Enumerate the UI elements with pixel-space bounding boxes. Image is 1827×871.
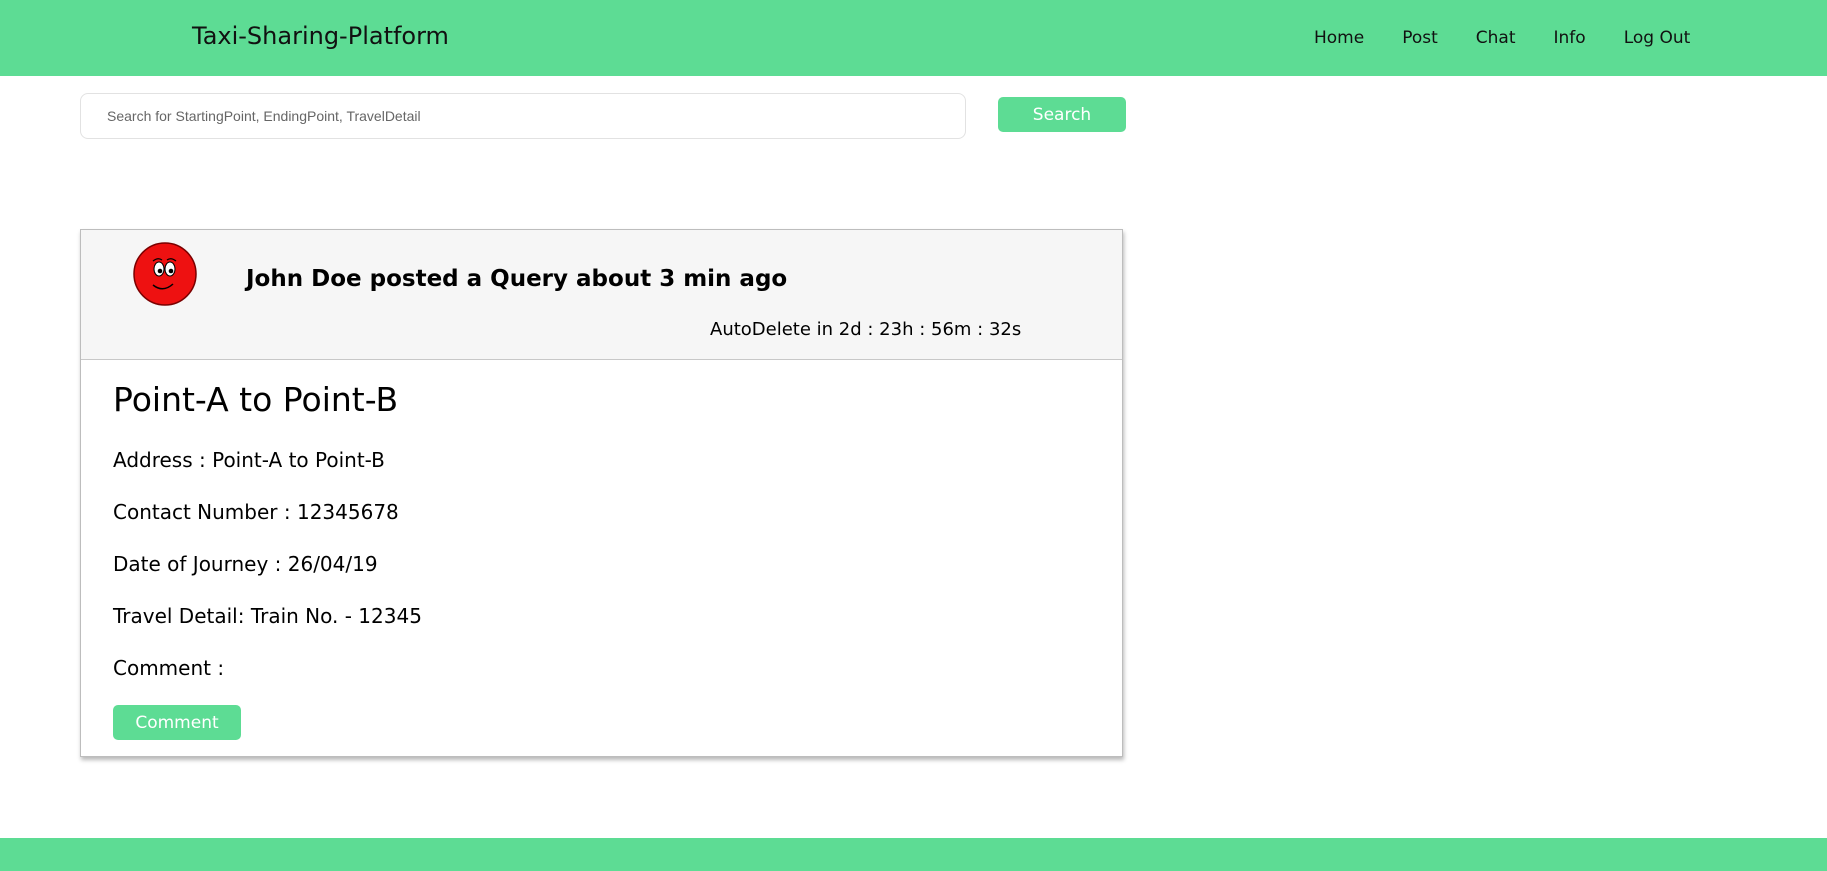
nav-post[interactable]: Post — [1402, 28, 1438, 48]
nav-info[interactable]: Info — [1554, 28, 1586, 48]
journey-date-text: Date of Journey : 26/04/19 — [113, 552, 378, 576]
post-card: John Doe posted a Query about 3 min ago … — [80, 229, 1123, 757]
autodelete-timer: AutoDelete in 2d : 23h : 56m : 32s — [710, 319, 1022, 340]
comment-button[interactable]: Comment — [113, 705, 241, 740]
smiley-face-icon — [133, 242, 197, 306]
navbar: Taxi-Sharing-Platform Home Post Chat Inf… — [0, 0, 1827, 76]
post-header: John Doe posted a Query about 3 min ago … — [81, 230, 1122, 360]
nav-logout[interactable]: Log Out — [1624, 28, 1691, 48]
contact-text: Contact Number : 12345678 — [113, 500, 399, 524]
nav-chat[interactable]: Chat — [1476, 28, 1516, 48]
travel-detail-text: Travel Detail: Train No. - 12345 — [113, 604, 422, 628]
search-box — [80, 93, 966, 139]
search-button[interactable]: Search — [998, 97, 1126, 132]
post-author-line: John Doe posted a Query about 3 min ago — [246, 266, 788, 292]
search-input[interactable] — [81, 94, 965, 138]
comment-label: Comment : — [113, 656, 225, 680]
brand-title[interactable]: Taxi-Sharing-Platform — [192, 22, 449, 50]
address-text: Address : Point-A to Point-B — [113, 448, 385, 472]
route-title: Point-A to Point-B — [113, 380, 399, 419]
nav-home[interactable]: Home — [1314, 28, 1364, 48]
footer-bar — [0, 838, 1827, 871]
nav-links: Home Post Chat Info Log Out — [1314, 28, 1728, 48]
